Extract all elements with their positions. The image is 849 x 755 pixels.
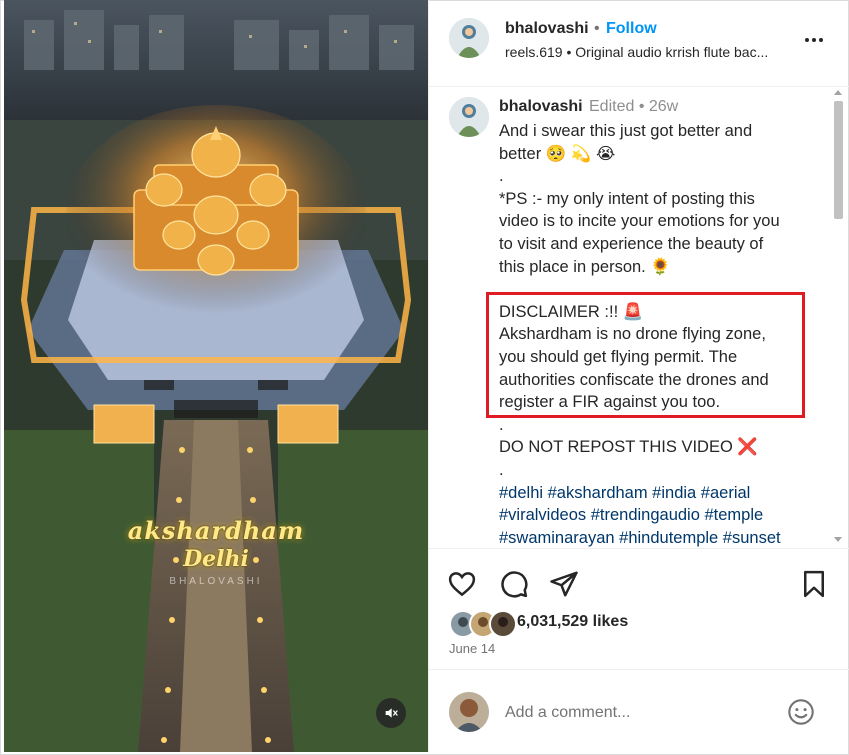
comment-bar: Add a comment... <box>429 669 849 753</box>
caption-line-repost: DO NOT REPOST THIS VIDEO ❌ <box>499 436 819 459</box>
caption-username[interactable]: bhalovashi <box>499 98 583 116</box>
caption-scroll-area[interactable]: bhalovashi Edited • 26w And i swear this… <box>429 87 849 547</box>
bookmark-icon[interactable] <box>799 569 829 599</box>
author-avatar[interactable] <box>449 18 489 58</box>
heart-icon[interactable] <box>447 569 477 599</box>
caption-scrollbar[interactable] <box>831 87 845 547</box>
mute-button[interactable] <box>376 698 406 728</box>
more-options-icon[interactable] <box>801 30 827 50</box>
scroll-up-arrow-icon[interactable] <box>834 90 842 95</box>
post-sidebar: bhalovashi • Follow reels.619 • Original… <box>428 0 849 752</box>
emoji-icon[interactable] <box>787 698 815 726</box>
like-count[interactable]: 6,031,529 likes <box>517 613 628 631</box>
current-user-avatar <box>449 692 489 732</box>
video-watermark: BHALOVASHI <box>169 576 263 587</box>
caption-line: video is to incite your emotions for you <box>499 212 780 231</box>
comment-icon[interactable] <box>499 569 529 599</box>
hashtag-line[interactable]: #viralvideos #trendingaudio #temple <box>499 504 819 527</box>
caption-line: *PS :- my only intent of posting this <box>499 189 755 208</box>
hashtag-line[interactable]: #delhi #akshardham #india #aerial <box>499 482 819 505</box>
caption-avatar[interactable] <box>449 97 489 137</box>
caption-line: . <box>499 460 504 479</box>
avatar-image <box>491 612 515 636</box>
share-icon[interactable] <box>549 569 579 599</box>
caption-line: to visit and experience the beauty of <box>499 234 764 253</box>
header-separator: • <box>594 20 600 37</box>
caption-line: . <box>499 167 504 186</box>
caption-line: And i swear this just got better and <box>499 122 753 140</box>
post-header: bhalovashi • Follow reels.619 • Original… <box>429 0 849 87</box>
video-overlay-subtitle: Delhi <box>183 546 249 572</box>
audio-link[interactable]: reels.619 • Original audio krrish flute … <box>505 44 805 60</box>
disclaimer-highlight-box <box>486 292 805 418</box>
scroll-down-arrow-icon[interactable] <box>834 537 842 542</box>
repost-warning: DO NOT REPOST THIS VIDEO <box>499 438 733 457</box>
avatar-image <box>449 97 489 137</box>
liker-avatar <box>489 610 517 638</box>
video-overlay-title: akshardham <box>127 516 305 545</box>
header-username[interactable]: bhalovashi <box>505 20 589 38</box>
reel-video[interactable]: akshardham Delhi BHALOVASHI <box>4 0 428 752</box>
comment-input[interactable]: Add a comment... <box>505 704 630 722</box>
temple-aerial-image <box>4 0 428 752</box>
mute-icon <box>385 708 398 718</box>
post-actions: 6,031,529 likes June 14 <box>429 548 849 669</box>
cross-mark-icon: ❌ <box>737 438 758 457</box>
avatar-image <box>449 18 489 58</box>
scrollbar-thumb[interactable] <box>834 101 843 219</box>
avatar-image <box>449 692 489 732</box>
post-date[interactable]: June 14 <box>449 641 495 656</box>
caption-line: this place in person. 🌻 <box>499 257 671 276</box>
follow-button[interactable]: Follow <box>606 20 657 38</box>
caption-line: better 🥺 💫 😭 <box>499 144 616 163</box>
hashtag-line[interactable]: #swaminarayan #hindutemple #sunset <box>499 527 819 547</box>
caption-meta: Edited • 26w <box>589 98 679 115</box>
